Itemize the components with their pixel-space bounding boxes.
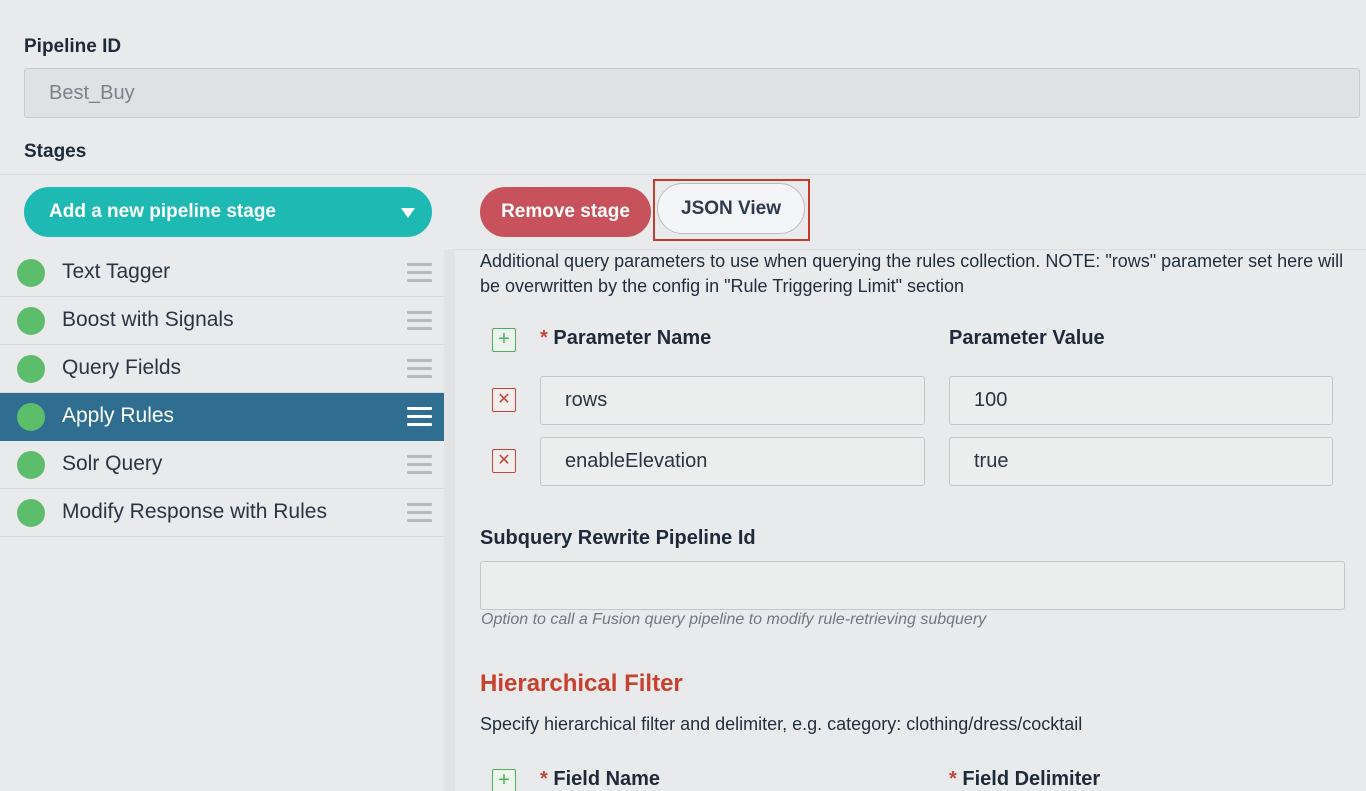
remove-param-button[interactable]: ✕ [492, 449, 516, 473]
status-dot [17, 451, 45, 479]
hierarchical-filter-description: Specify hierarchical filter and delimite… [480, 714, 1083, 734]
stage-name: Text Tagger [62, 260, 171, 283]
param-value-field[interactable]: 100 [949, 376, 1333, 425]
stage-name: Modify Response with Rules [62, 500, 327, 523]
status-dot [17, 499, 45, 527]
field-name-header-label: Field Name [553, 768, 661, 790]
close-icon: ✕ [497, 391, 511, 408]
stage-item-active[interactable]: Apply Rules [0, 393, 444, 441]
stage-item[interactable]: Modify Response with Rules [0, 489, 444, 537]
column-divider [444, 249, 455, 791]
add-stage-label: Add a new pipeline stage [49, 201, 276, 222]
param-name-field[interactable]: rows [540, 376, 925, 425]
drag-handle-icon[interactable] [407, 407, 432, 427]
add-stage-dropdown[interactable]: Add a new pipeline stage [24, 187, 432, 237]
plus-icon: + [498, 769, 510, 791]
stage-item[interactable]: Boost with Signals [0, 297, 444, 345]
status-dot [17, 403, 45, 431]
add-field-button[interactable]: + [492, 769, 516, 791]
hierarchical-filter-title: Hierarchical Filter [480, 670, 683, 697]
stage-name: Query Fields [62, 356, 182, 379]
subquery-help-text: Option to call a Fusion query pipeline t… [481, 611, 987, 628]
close-icon: ✕ [497, 452, 511, 469]
status-dot [17, 259, 45, 287]
stage-item[interactable]: Query Fields [0, 345, 444, 393]
remove-param-button[interactable]: ✕ [492, 388, 516, 412]
drag-handle-icon[interactable] [407, 503, 432, 523]
plus-icon: + [498, 328, 510, 350]
remove-stage-button[interactable]: Remove stage [480, 187, 651, 237]
param-name-header-label: Parameter Name [553, 327, 712, 349]
param-value-field[interactable]: true [949, 437, 1333, 486]
stage-item[interactable]: Solr Query [0, 441, 444, 489]
subquery-label: Subquery Rewrite Pipeline Id [480, 527, 756, 549]
subquery-input[interactable] [480, 561, 1345, 610]
json-view-button[interactable]: JSON View [657, 183, 805, 234]
param-value-header: Parameter Value [949, 327, 1105, 349]
stage-list: Text Tagger Boost with Signals Query Fie… [0, 249, 444, 537]
field-delimiter-header-label: Field Delimiter [962, 768, 1101, 790]
drag-handle-icon[interactable] [407, 311, 432, 331]
stages-label: Stages [24, 141, 87, 162]
stage-name: Solr Query [62, 452, 163, 475]
pipeline-id-label: Pipeline ID [24, 36, 122, 57]
field-name-header: * Field Name [540, 768, 660, 791]
param-name-header: * Parameter Name [540, 327, 711, 350]
stage-name: Apply Rules [62, 404, 175, 427]
drag-handle-icon[interactable] [407, 263, 432, 283]
divider [0, 174, 1366, 175]
status-dot [17, 307, 45, 335]
params-description: Additional query parameters to use when … [480, 251, 1344, 296]
stage-name: Boost with Signals [62, 308, 234, 331]
drag-handle-icon[interactable] [407, 455, 432, 475]
required-mark: * [949, 768, 957, 790]
stage-item[interactable]: Text Tagger [0, 249, 444, 297]
param-name-field[interactable]: enableElevation [540, 437, 925, 486]
field-delimiter-header: * Field Delimiter [949, 768, 1100, 791]
required-mark: * [540, 768, 548, 790]
pipeline-id-field[interactable]: Best_Buy [24, 68, 1360, 118]
status-dot [17, 355, 45, 383]
caret-down-icon [401, 208, 415, 218]
required-mark: * [540, 327, 548, 349]
add-param-button[interactable]: + [492, 328, 516, 352]
drag-handle-icon[interactable] [407, 359, 432, 379]
